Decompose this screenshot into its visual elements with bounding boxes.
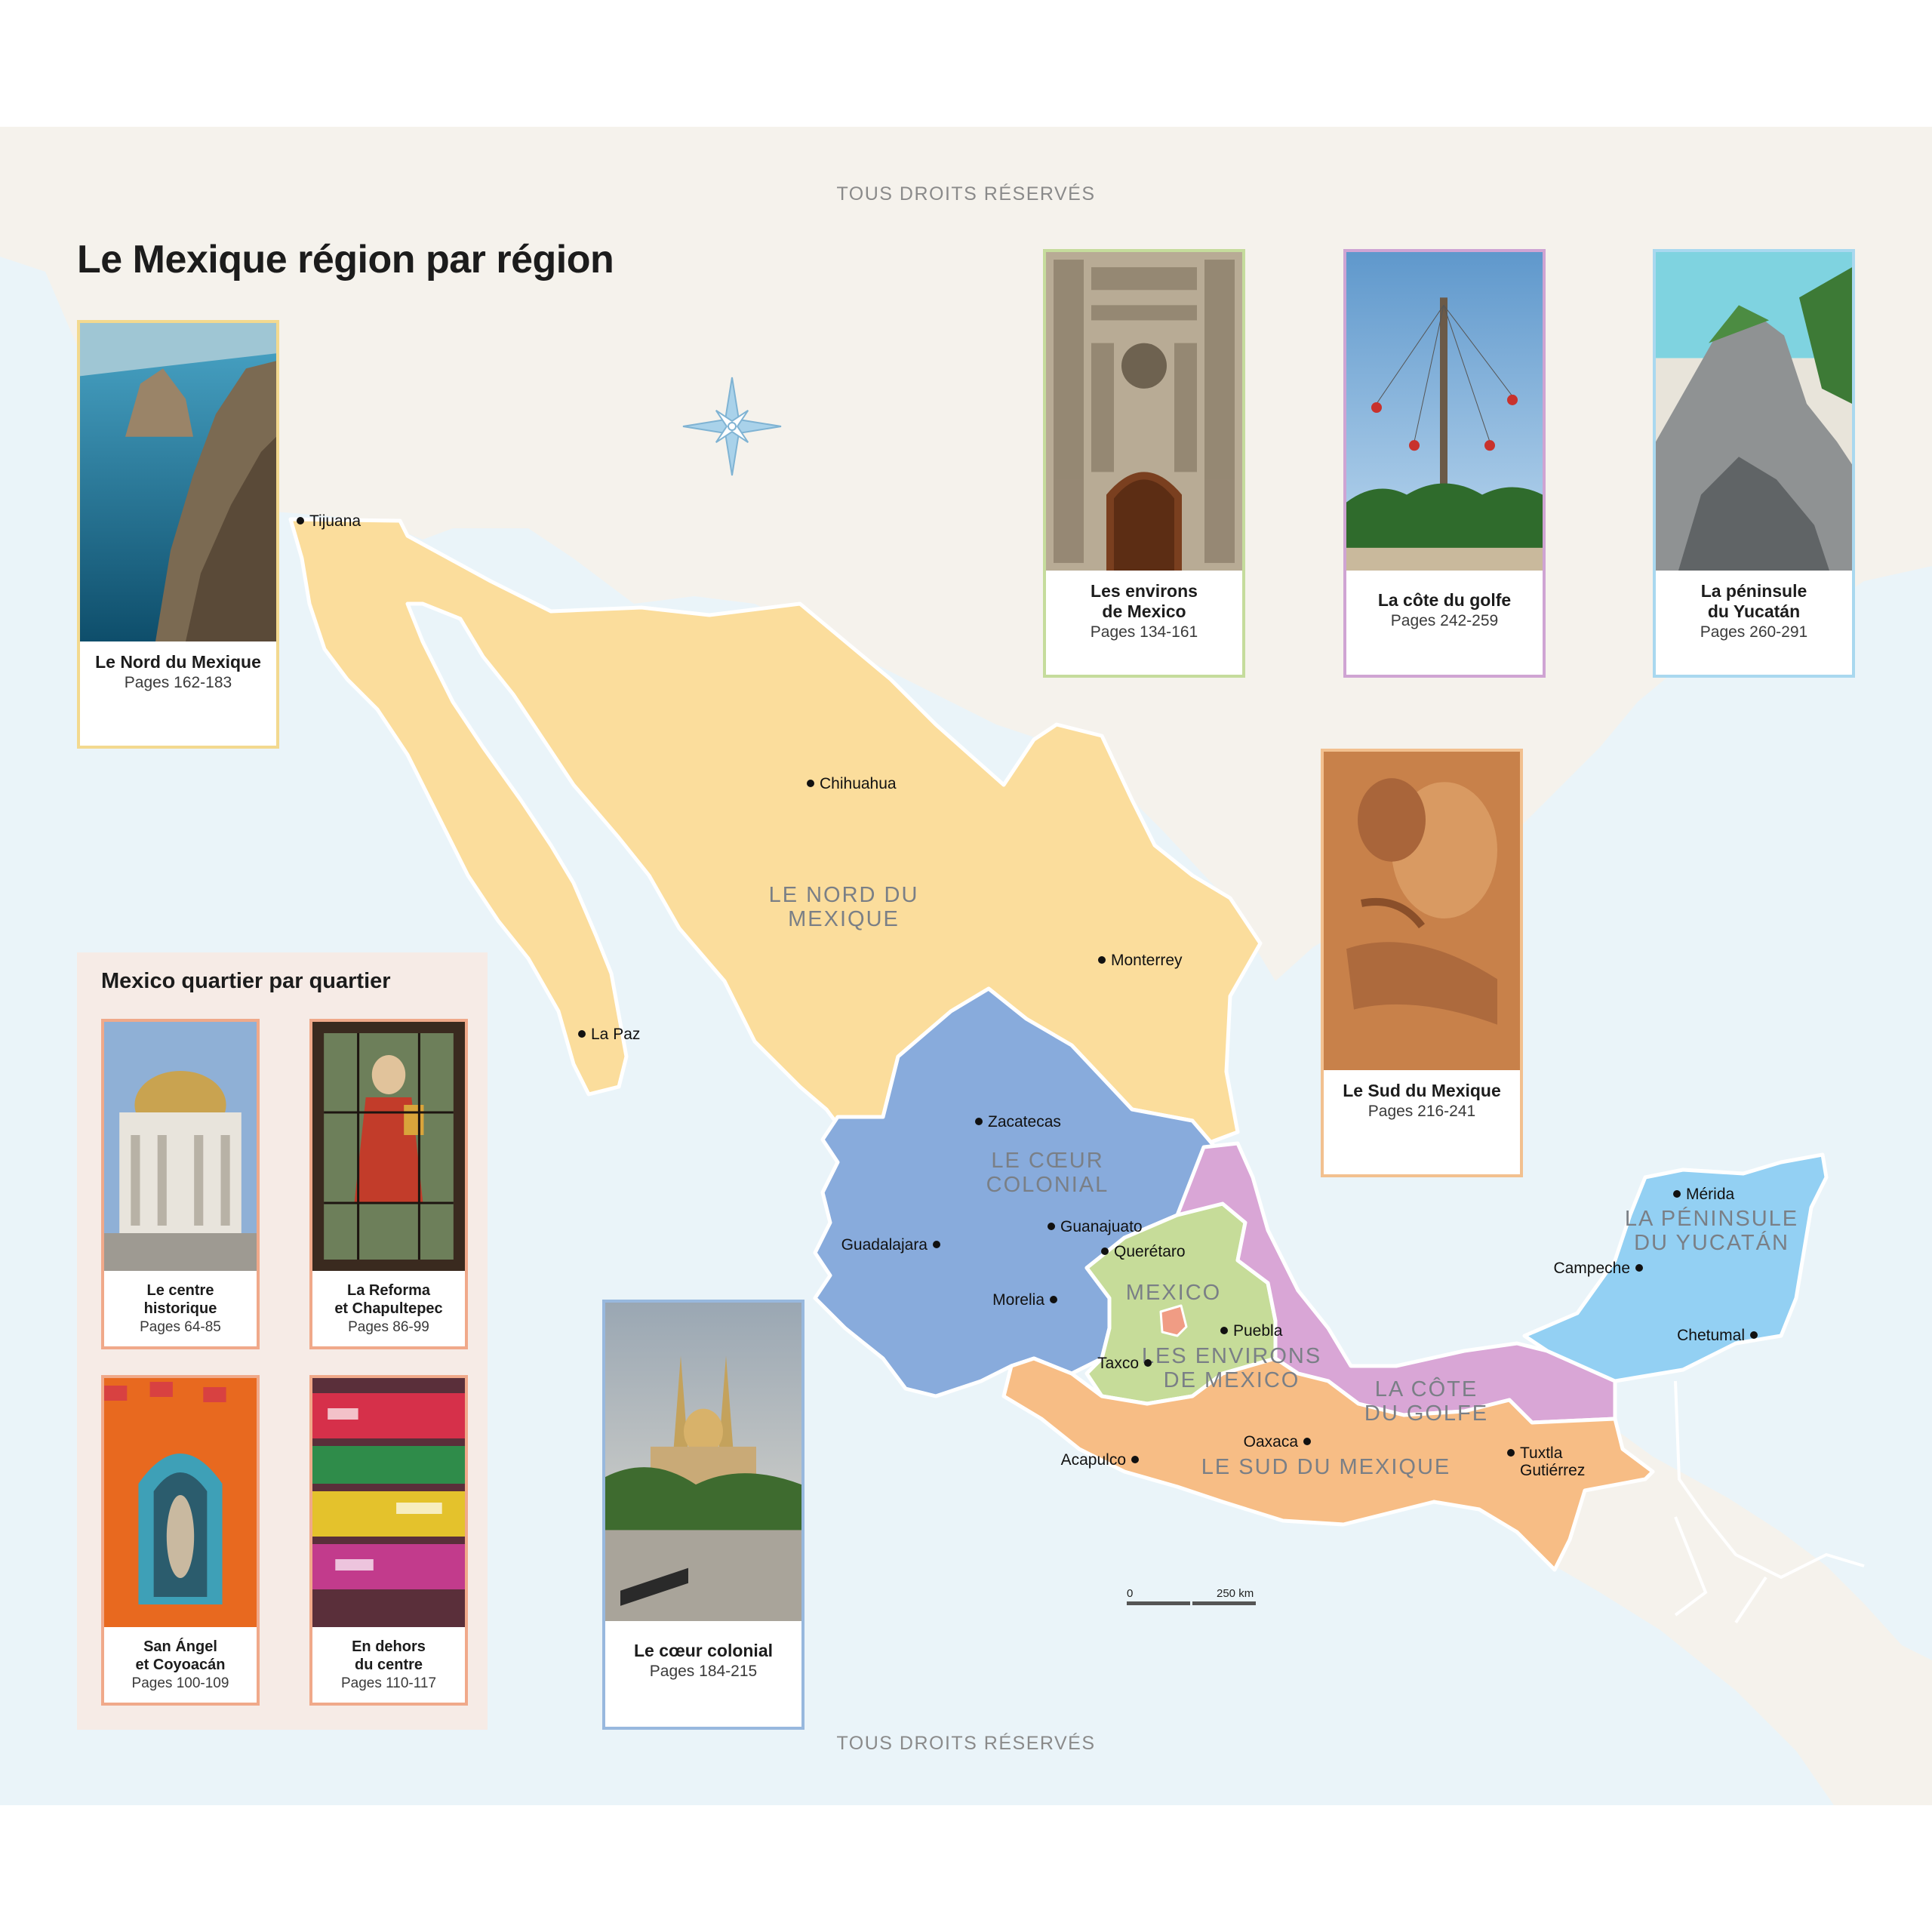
map-page: LE NORD DU MEXIQUE LE CŒUR COLONIAL MEXICO… (0, 0, 1932, 1932)
city-dot (1635, 1264, 1643, 1272)
region-card-pages: Pages 216-241 (1367, 1103, 1476, 1120)
city-label: Guanajuato (1060, 1218, 1143, 1235)
district-card-centre[interactable]: Le centre historique Pages 64-85 (101, 1019, 260, 1349)
region-label-nord: LE NORD DU MEXIQUE (769, 883, 919, 931)
district-card-name: San Ángel et Coyoacán (135, 1638, 226, 1673)
city-label: Guadalajara (841, 1236, 928, 1254)
scale-bar: 0 250 km (1127, 1587, 1256, 1605)
city-label: Chihuahua (820, 775, 897, 792)
district-card-san-angel[interactable]: San Ángel et Coyoacán Pages 100-109 (101, 1375, 260, 1706)
city-label: Puebla (1233, 1322, 1283, 1340)
city-label: Zacatecas (988, 1113, 1061, 1131)
district-card-name: En dehors du centre (352, 1638, 426, 1673)
district-card-name: Le centre historique (143, 1282, 217, 1317)
city-dot (1303, 1438, 1311, 1445)
scale-start-label: 0 (1127, 1587, 1133, 1600)
city-dot (578, 1030, 586, 1038)
city-label: Morelia (992, 1291, 1044, 1309)
rights-notice-top: TOUS DROITS RÉSERVÉS (836, 183, 1096, 205)
city-dot (1507, 1449, 1515, 1457)
city-label: Taxco (1097, 1355, 1139, 1372)
city-dot (1750, 1331, 1758, 1339)
district-card-pages: Pages 86-99 (348, 1319, 429, 1335)
city-label: Monterrey (1111, 952, 1183, 969)
district-card-pages: Pages 110-117 (340, 1675, 437, 1691)
painted-boats-photo (312, 1378, 465, 1627)
city-label: La Paz (591, 1026, 640, 1043)
scale-end-label: 250 km (1217, 1587, 1254, 1600)
mexico-city-inset: Mexico quartier par quartier Le centre h… (77, 952, 488, 1730)
region-mexico-city (1159, 1304, 1188, 1337)
city-dot (1673, 1190, 1681, 1198)
baroque-facade-photo (1046, 252, 1242, 571)
district-card-dehors[interactable]: En dehors du centre Pages 110-117 (309, 1375, 468, 1706)
sea-cliffs-photo (80, 323, 276, 641)
region-label-sud: LE SUD DU MEXIQUE (1201, 1455, 1451, 1479)
city-dot (297, 517, 304, 525)
stained-glass-photo (312, 1022, 465, 1271)
inset-title: Mexico quartier par quartier (101, 969, 391, 993)
region-card-pages: Pages 260-291 (1700, 623, 1808, 641)
city-dot (1220, 1327, 1228, 1334)
city-label: Campeche (1553, 1260, 1630, 1277)
city-dot (1144, 1359, 1152, 1367)
region-card-pages: Pages 242-259 (1390, 612, 1499, 629)
city-label: Querétaro (1114, 1243, 1186, 1260)
district-card-reforma[interactable]: La Reforma et Chapultepec Pages 86-99 (309, 1019, 468, 1349)
city-label: Acapulco (1061, 1451, 1126, 1469)
city-label: Chetumal (1677, 1327, 1745, 1344)
city-dot (1048, 1223, 1055, 1230)
region-label-golfe: LA CÔTE DU GOLFE (1364, 1376, 1488, 1426)
district-card-pages: Pages 64-85 (140, 1319, 221, 1335)
city-dot (807, 780, 814, 787)
city-dot (975, 1118, 983, 1125)
city-dot (1050, 1296, 1057, 1303)
rights-notice-bottom: TOUS DROITS RÉSERVÉS (836, 1733, 1096, 1754)
city-dot (1131, 1456, 1139, 1463)
region-card-environs[interactable]: Les environs de Mexico Pages 134-161 (1043, 249, 1245, 678)
city-marker: Querétaro (1101, 1243, 1186, 1260)
district-card-pages: Pages 100-109 (131, 1675, 229, 1691)
region-label-mexico: MEXICO (1126, 1281, 1221, 1305)
city-dot (1098, 956, 1106, 964)
city-label: Oaxaca (1244, 1433, 1299, 1451)
region-card-name: Le Sud du Mexique (1343, 1081, 1501, 1100)
city-dot (1101, 1247, 1109, 1255)
page-title: Le Mexique région par région (77, 238, 614, 281)
city-label: Tijuana (309, 512, 361, 530)
city-marker: Zacatecas (975, 1113, 1061, 1131)
region-card-yucatan[interactable]: La péninsule du Yucatán Pages 260-291 (1653, 249, 1855, 678)
district-card-name: La Reforma et Chapultepec (334, 1282, 443, 1317)
niche-shrine-photo (104, 1378, 257, 1627)
region-card-name: Le cœur colonial (633, 1641, 774, 1660)
city-dot (933, 1241, 940, 1248)
city-label: Mérida (1686, 1186, 1735, 1203)
city-marker: Guanajuato (1048, 1218, 1143, 1235)
city-marker: Monterrey (1098, 952, 1183, 969)
voladores-pole-photo (1346, 252, 1543, 571)
stone-relief-photo (1324, 752, 1520, 1070)
region-card-pages: Pages 134-161 (1090, 623, 1198, 641)
region-card-name: La côte du golfe (1377, 590, 1512, 610)
region-label-yucatan: LA PÉNINSULE DU YUCATÁN (1625, 1206, 1798, 1255)
region-card-sud[interactable]: Le Sud du Mexique Pages 216-241 (1321, 749, 1523, 1177)
region-card-pages: Pages 184-215 (649, 1663, 758, 1680)
region-card-name: La péninsule du Yucatán (1700, 581, 1807, 621)
region-label-coeur: LE CŒUR COLONIAL (986, 1149, 1109, 1197)
city-marker: Guadalajara (841, 1236, 940, 1254)
region-card-nord[interactable]: Le Nord du Mexique Pages 162-183 (77, 320, 279, 749)
region-card-name: Le Nord du Mexique (95, 652, 261, 672)
cathedral-plaza-photo (605, 1303, 801, 1621)
region-card-golfe[interactable]: La côte du golfe Pages 242-259 (1343, 249, 1546, 678)
city-marker: Campeche (1553, 1260, 1643, 1277)
region-card-pages: Pages 162-183 (124, 674, 232, 691)
palace-dome-photo (104, 1022, 257, 1271)
region-card-coeur[interactable]: Le cœur colonial Pages 184-215 (602, 1300, 804, 1730)
coastal-rocks-photo (1656, 252, 1852, 571)
region-card-name: Les environs de Mexico (1091, 581, 1198, 621)
city-marker: Chihuahua (807, 775, 897, 792)
region-label-environs: LES ENVIRONS DE MEXICO (1142, 1344, 1321, 1392)
